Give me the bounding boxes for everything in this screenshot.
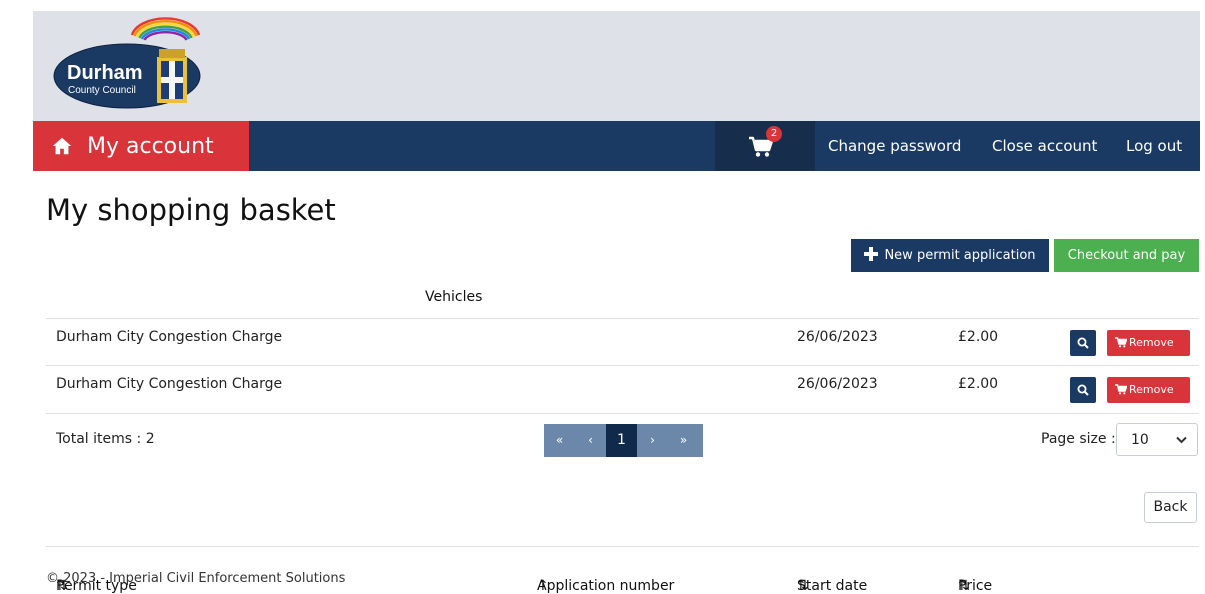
permit-type-cell: Durham City Congestion Charge [56,329,283,345]
logo-name: Durham [67,62,143,84]
change-password-link[interactable]: Change password [828,121,961,171]
remove-button[interactable]: Remove [1107,330,1190,356]
start-date-cell: 26/06/2023 [797,329,878,345]
last-page-button[interactable]: » [668,424,699,457]
home-icon [52,137,72,155]
search-icon [1077,384,1089,396]
vehicles-header: Vehicles [425,289,483,305]
page-size-select[interactable]: 10 [1116,423,1198,456]
divider [46,365,1199,366]
close-account-link[interactable]: Close account [992,121,1097,171]
durham-logo[interactable]: Durham County Council [47,13,207,113]
chevron-down-icon [1176,436,1187,444]
footer-copyright: © 2023 - Imperial Civil Enforcement Solu… [46,571,346,586]
my-account-link[interactable]: My account [33,121,249,171]
divider [46,546,1199,547]
first-page-button[interactable]: « [544,424,575,457]
page-1-button[interactable]: 1 [606,424,637,457]
log-out-link[interactable]: Log out [1126,121,1182,171]
my-account-label: My account [87,133,214,159]
cart-remove-icon [1115,337,1127,348]
remove-button[interactable]: Remove [1107,377,1190,403]
page-size-value: 10 [1131,432,1149,448]
back-button[interactable]: Back [1144,492,1197,523]
site-header: Durham County Council [33,11,1200,121]
next-page-button[interactable]: › [637,424,668,457]
cart-remove-icon [1115,384,1127,395]
divider [46,413,1199,414]
remove-label: Remove [1129,383,1174,396]
logo-subtitle: County Council [68,85,136,96]
remove-label: Remove [1129,336,1174,349]
new-permit-application-button[interactable]: New permit application [851,239,1049,272]
pagination: « ‹ 1 › » [544,424,703,457]
new-permit-label: New permit application [884,248,1036,263]
view-button[interactable] [1070,377,1096,403]
permit-type-cell: Durham City Congestion Charge [56,376,283,392]
checkout-and-pay-button[interactable]: Checkout and pay [1054,239,1199,272]
price-cell: £2.00 [958,376,999,392]
search-icon [1077,337,1089,349]
cart-count-badge: 2 [766,126,782,142]
plus-icon [864,247,879,261]
cart-button[interactable]: 2 [715,121,815,171]
page-size-label: Page size : [1041,431,1116,447]
prev-page-button[interactable]: ‹ [575,424,606,457]
price-cell: £2.00 [958,329,999,345]
top-nav: My account 2 Change password Close accou… [33,121,1200,171]
total-items: Total items : 2 [56,431,155,447]
start-date-cell: 26/06/2023 [797,376,878,392]
page-title: My shopping basket [46,193,336,227]
view-button[interactable] [1070,330,1096,356]
divider [46,318,1199,319]
